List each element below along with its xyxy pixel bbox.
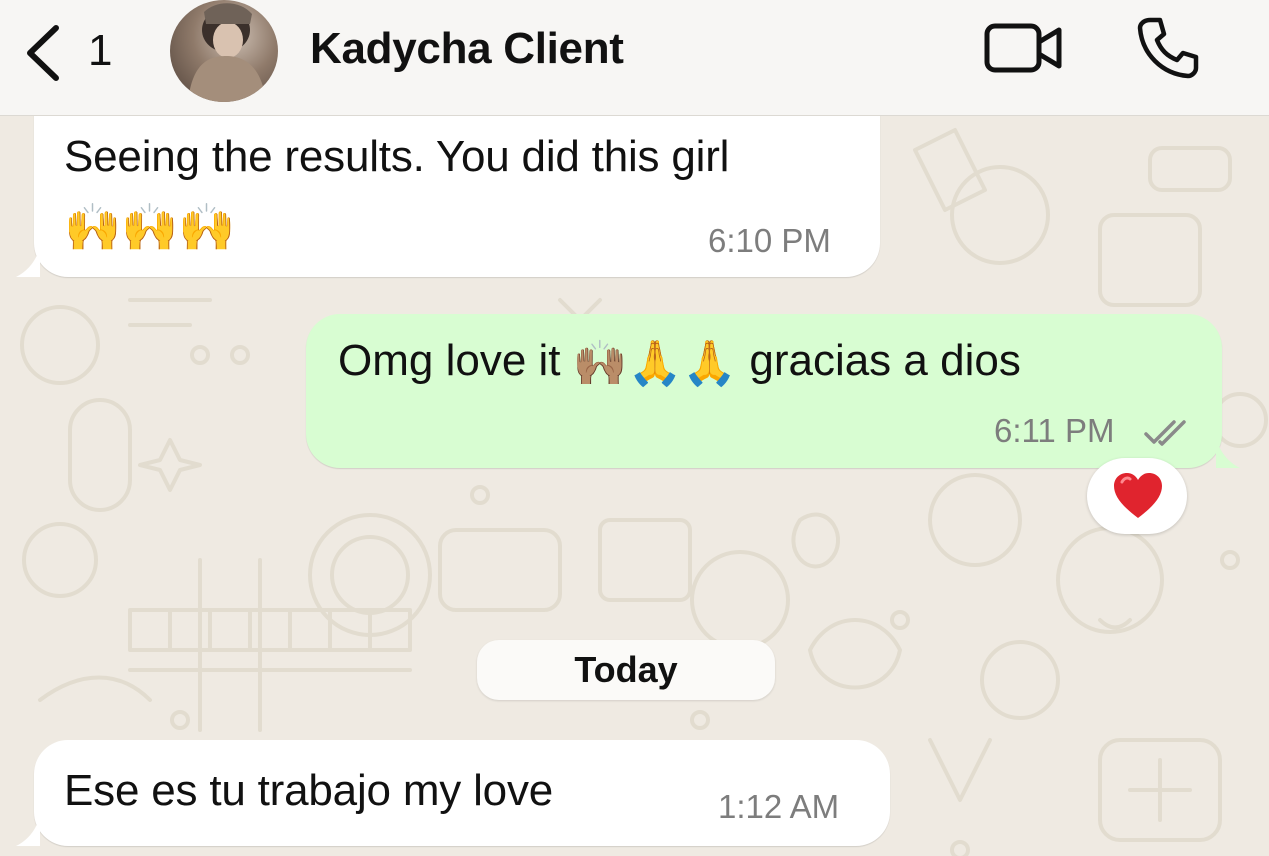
contact-avatar[interactable]	[170, 0, 278, 102]
message-bubble-incoming[interactable]: Seeing the results. You did this girl 🙌🙌…	[16, 112, 880, 277]
message-time: 6:11 PM	[994, 412, 1115, 449]
voice-call-button[interactable]	[1136, 16, 1200, 80]
phone-icon	[1137, 17, 1199, 79]
message-text: gracias a dios	[749, 336, 1021, 385]
contact-name[interactable]: Kadycha Client	[310, 24, 624, 74]
message-text: Ese es tu trabajo my love	[64, 766, 554, 815]
video-camera-icon	[984, 23, 1062, 73]
chevron-left-icon	[27, 25, 59, 81]
message-bubble-incoming[interactable]: Ese es tu trabajo my love 1:12 AM	[16, 740, 890, 846]
reaction-badge[interactable]	[1087, 458, 1187, 534]
bubble-tail	[16, 247, 40, 277]
message-bubble-outgoing[interactable]: Omg love it 🙌🏽🙏🙏 gracias a dios 6:11 PM	[306, 314, 1240, 468]
bubble-tail	[1216, 438, 1240, 468]
bubble-tail	[16, 816, 40, 846]
video-call-button[interactable]	[983, 20, 1065, 76]
praying-hands-emoji: 🙌🏽🙏🙏	[572, 339, 738, 389]
unread-count: 1	[88, 26, 113, 75]
message-time: 6:10 PM	[708, 222, 831, 259]
date-separator: Today	[477, 640, 775, 700]
message-text: Omg love it	[338, 336, 561, 385]
back-button[interactable]: 1	[22, 22, 112, 82]
double-check-icon	[1144, 420, 1186, 446]
chat-header: 1 Kadycha Client	[0, 0, 1269, 116]
raised-hands-emoji: 🙌🙌🙌	[64, 201, 236, 253]
heart-reaction-icon	[1114, 473, 1162, 518]
message-text: Seeing the results. You did this girl	[64, 132, 730, 181]
message-time: 1:12 AM	[718, 788, 840, 825]
